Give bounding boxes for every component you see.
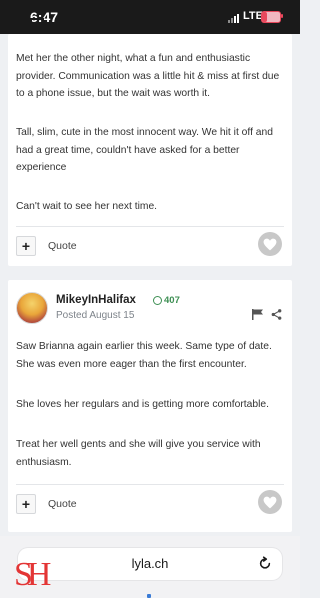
avatar[interactable] [16,292,48,324]
post-card-1: Met her the other night, what a fun and … [8,34,292,266]
post-2-quote-button[interactable]: Quote [48,498,77,510]
post-1-multiquote-button[interactable]: + [16,236,36,256]
post-card-2: MikeyInHalifax 407 Posted August 15 Saw … [8,280,292,532]
battery-icon [261,11,281,23]
post-1-paragraph-1: Met her the other night, what a fun and … [16,53,280,99]
reputation-badge: 407 [153,295,180,306]
plus-icon: + [21,496,31,512]
url-text[interactable]: lyla.ch [18,556,282,571]
post-1-divider [16,226,284,227]
reputation-count: 407 [164,295,180,306]
post-1-paragraph-2: Tall, slim, cute in the most innocent wa… [16,127,273,173]
post-1-paragraph-3: Can't wait to see her next time. [16,201,158,212]
url-field[interactable]: lyla.ch [18,548,282,580]
status-bar: 6:47 LTE [0,0,300,34]
heart-icon [263,496,277,508]
heart-icon [263,238,277,250]
post-2-like-button[interactable] [258,490,282,514]
post-2-date[interactable]: Posted August 15 [56,310,134,321]
share-icon[interactable] [271,309,282,320]
reputation-icon [153,296,162,305]
post-2-divider [16,484,284,485]
home-indicator [147,594,151,598]
network-label: LTE [243,10,263,22]
post-2-username[interactable]: MikeyInHalifax [56,294,136,306]
post-1-quote-button[interactable]: Quote [48,240,77,252]
signal-icon [228,14,239,23]
plus-icon: + [21,238,31,254]
post-2-paragraph-2: She loves her regulars and is getting mo… [16,399,269,410]
flag-icon[interactable] [252,309,264,320]
post-2-paragraph-3: Treat her well gents and she will give y… [16,439,261,468]
logo-accent [30,18,44,24]
reload-icon[interactable] [258,556,272,571]
post-2-multiquote-button[interactable]: + [16,494,36,514]
watermark-logo: SH [14,556,52,593]
post-2-paragraph-1: Saw Brianna again earlier this week. Sam… [16,341,272,370]
battery-tip [281,14,283,18]
post-1-like-button[interactable] [258,232,282,256]
